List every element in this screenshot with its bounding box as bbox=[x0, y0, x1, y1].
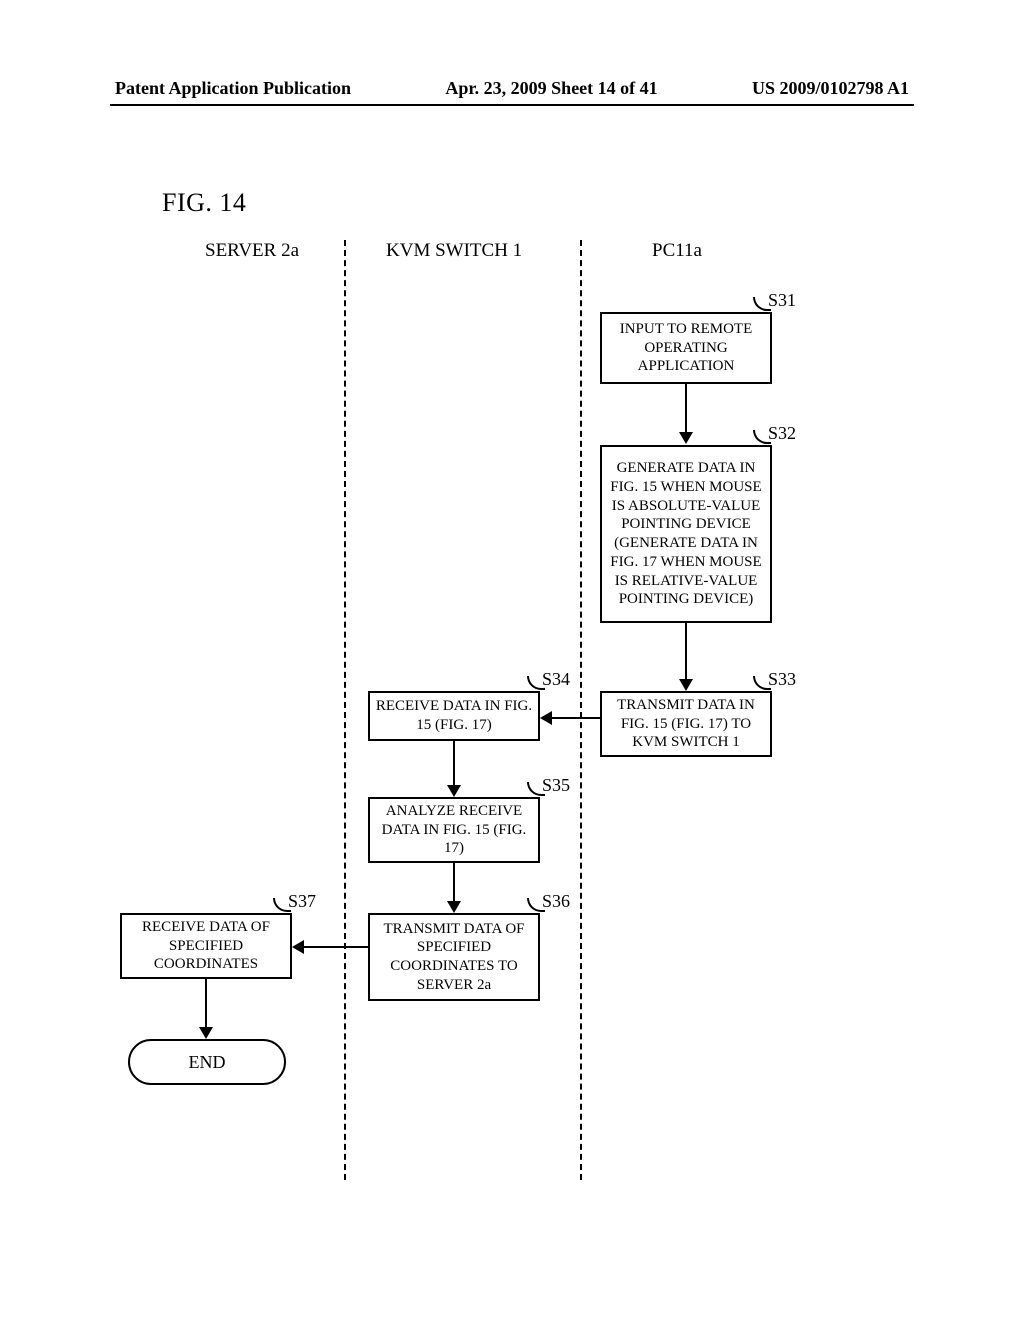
step-label-s34: S34 bbox=[542, 669, 570, 690]
label-connector-s32 bbox=[753, 430, 771, 444]
arrow-s35-s36 bbox=[444, 863, 464, 913]
step-text-s36: TRANSMIT DATA OF SPECIFIED COORDINATES T… bbox=[374, 920, 534, 995]
column-header-pc: PC11a bbox=[652, 240, 702, 262]
step-text-s37: RECEIVE DATA OF SPECIFIED COORDINATES bbox=[126, 918, 286, 974]
step-label-s31: S31 bbox=[768, 290, 796, 311]
step-box-s32: GENERATE DATA IN FIG. 15 WHEN MOUSE IS A… bbox=[600, 445, 772, 623]
step-box-s34: RECEIVE DATA IN FIG. 15 (FIG. 17) bbox=[368, 691, 540, 741]
step-text-s35: ANALYZE RECEIVE DATA IN FIG. 15 (FIG. 17… bbox=[374, 802, 534, 858]
arrow-s33-s34 bbox=[540, 708, 600, 728]
step-box-s36: TRANSMIT DATA OF SPECIFIED COORDINATES T… bbox=[368, 913, 540, 1001]
label-connector-s36 bbox=[527, 898, 545, 912]
step-label-s36: S36 bbox=[542, 891, 570, 912]
step-box-s33: TRANSMIT DATA IN FIG. 15 (FIG. 17) TO KV… bbox=[600, 691, 772, 757]
arrow-s31-s32 bbox=[676, 384, 696, 444]
lane-divider-1 bbox=[344, 240, 346, 1180]
step-box-s31: INPUT TO REMOTE OPERATING APPLICATION bbox=[600, 312, 772, 384]
header-rule bbox=[110, 104, 914, 106]
terminator-label: END bbox=[189, 1052, 226, 1073]
step-text-s34: RECEIVE DATA IN FIG. 15 (FIG. 17) bbox=[374, 697, 534, 735]
arrow-s37-end bbox=[196, 979, 216, 1039]
column-header-kvm: KVM SWITCH 1 bbox=[386, 240, 522, 262]
flowchart-diagram: SERVER 2a KVM SWITCH 1 PC11a S31 INPUT T… bbox=[110, 240, 820, 1190]
step-label-s32: S32 bbox=[768, 423, 796, 444]
step-label-s35: S35 bbox=[542, 775, 570, 796]
label-connector-s31 bbox=[753, 297, 771, 311]
step-box-s37: RECEIVE DATA OF SPECIFIED COORDINATES bbox=[120, 913, 292, 979]
terminator-end: END bbox=[128, 1039, 286, 1085]
label-connector-s34 bbox=[527, 676, 545, 690]
header-right: US 2009/0102798 A1 bbox=[752, 78, 909, 99]
step-box-s35: ANALYZE RECEIVE DATA IN FIG. 15 (FIG. 17… bbox=[368, 797, 540, 863]
label-connector-s33 bbox=[753, 676, 771, 690]
arrow-s32-s33 bbox=[676, 623, 696, 691]
arrow-s34-s35 bbox=[444, 741, 464, 797]
figure-label: FIG. 14 bbox=[162, 188, 246, 218]
header-left: Patent Application Publication bbox=[115, 78, 351, 99]
step-text-s33: TRANSMIT DATA IN FIG. 15 (FIG. 17) TO KV… bbox=[606, 696, 766, 752]
step-text-s32: GENERATE DATA IN FIG. 15 WHEN MOUSE IS A… bbox=[606, 459, 766, 609]
arrow-s36-s37 bbox=[292, 937, 368, 957]
header-center: Apr. 23, 2009 Sheet 14 of 41 bbox=[445, 78, 657, 99]
column-header-server: SERVER 2a bbox=[205, 240, 299, 262]
label-connector-s35 bbox=[527, 782, 545, 796]
page-header: Patent Application Publication Apr. 23, … bbox=[0, 78, 1024, 99]
label-connector-s37 bbox=[273, 898, 291, 912]
step-text-s31: INPUT TO REMOTE OPERATING APPLICATION bbox=[606, 320, 766, 376]
step-label-s37: S37 bbox=[288, 891, 316, 912]
step-label-s33: S33 bbox=[768, 669, 796, 690]
